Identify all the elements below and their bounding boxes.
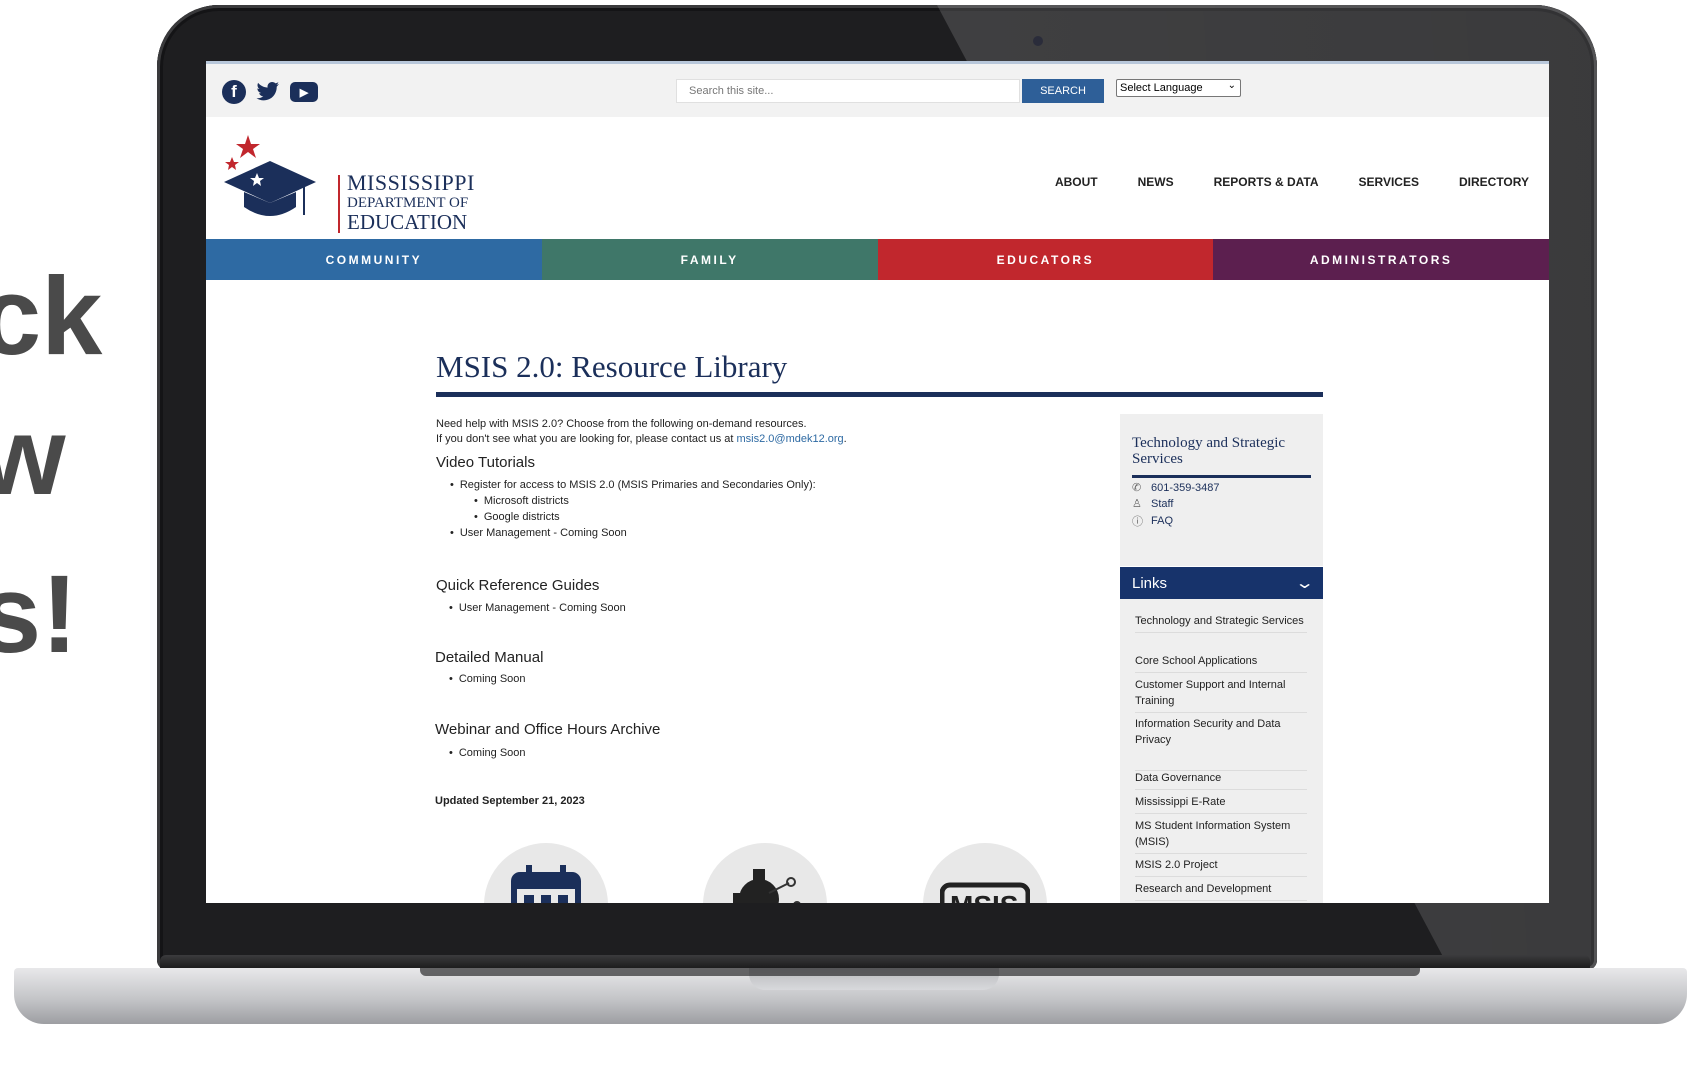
social-links: f ▶ xyxy=(222,80,318,104)
keyboard-edge xyxy=(420,968,1420,976)
updated-date: Updated September 21, 2023 xyxy=(435,795,585,807)
sidebar-link[interactable]: Data Governance xyxy=(1135,770,1307,790)
site-header: MISSISSIPPI DEPARTMENT OF EDUCATION ABOU… xyxy=(206,117,1549,239)
title-rule xyxy=(436,392,1323,397)
calendar-icon[interactable] xyxy=(484,843,608,903)
promo-text-line-3: s! xyxy=(0,553,78,676)
utility-bar: f ▶ Search this site... SEARCH Select La… xyxy=(206,61,1549,120)
nav-about[interactable]: ABOUT xyxy=(1055,175,1098,189)
sidebar-link[interactable]: Research and Development xyxy=(1135,881,1307,901)
sidebar-phone[interactable]: ✆ 601-359-3487 xyxy=(1132,481,1220,495)
audience-educators[interactable]: EDUCATORS xyxy=(877,239,1214,280)
browser-screen: f ▶ Search this site... SEARCH Select La… xyxy=(206,61,1549,903)
google-districts-link[interactable]: Google districts xyxy=(474,511,560,523)
microsoft-districts-link[interactable]: Microsoft districts xyxy=(474,495,569,507)
gear-circuit-icon[interactable] xyxy=(703,843,827,903)
msis-logo-icon[interactable]: MSIS xyxy=(923,843,1047,903)
search-placeholder: Search this site... xyxy=(689,85,774,97)
logo-line-2: DEPARTMENT OF xyxy=(347,195,469,211)
list-item: User Management - Coming Soon xyxy=(450,527,627,539)
promo-text-line-1: ck xyxy=(0,255,103,378)
facebook-icon[interactable]: f xyxy=(222,80,246,104)
intro-line-2: If you don't see what you are looking fo… xyxy=(436,433,847,445)
sidebar-rule xyxy=(1132,475,1311,478)
main-nav: ABOUT NEWS REPORTS & DATA SERVICES DIREC… xyxy=(1055,175,1529,189)
heading-quick-reference: Quick Reference Guides xyxy=(436,577,600,594)
list-item: User Management - Coming Soon xyxy=(449,602,626,614)
intro-prefix: If you don't see what you are looking fo… xyxy=(436,433,737,445)
nav-news[interactable]: NEWS xyxy=(1138,175,1174,189)
nav-reports-data[interactable]: REPORTS & DATA xyxy=(1214,175,1319,189)
intro-suffix: . xyxy=(843,433,847,445)
language-select[interactable]: Select Language ⌄ xyxy=(1116,79,1241,97)
mde-logo[interactable]: MISSISSIPPI DEPARTMENT OF EDUCATION xyxy=(224,135,474,233)
twitter-icon[interactable] xyxy=(255,80,281,104)
heading-detailed-manual: Detailed Manual xyxy=(435,649,544,666)
list-item: Coming Soon xyxy=(449,747,526,759)
sidebar-contact-box: Technology and Strategic Services ✆ 601-… xyxy=(1120,414,1323,566)
page-title: MSIS 2.0: Resource Library xyxy=(436,349,788,384)
audience-community[interactable]: COMMUNITY xyxy=(206,239,542,280)
svg-text:MSIS: MSIS xyxy=(950,890,1018,903)
search-input[interactable]: Search this site... xyxy=(676,79,1020,103)
sidebar-link[interactable]: Technology and Strategic Services xyxy=(1135,613,1307,633)
logo-line-1: MISSISSIPPI xyxy=(347,170,475,195)
nav-services[interactable]: SERVICES xyxy=(1359,175,1419,189)
phone-icon: ✆ xyxy=(1132,482,1142,494)
chevron-down-icon: ⌄ xyxy=(1294,575,1315,592)
list-item: Register for access to MSIS 2.0 (MSIS Pr… xyxy=(450,479,816,491)
sidebar-link[interactable]: Core School Applications xyxy=(1135,653,1307,673)
faq-link: FAQ xyxy=(1151,515,1174,527)
sidebar-link[interactable]: Mississippi E-Rate xyxy=(1135,794,1307,814)
nav-directory[interactable]: DIRECTORY xyxy=(1459,175,1529,189)
webcam xyxy=(1033,36,1043,46)
laptop-base xyxy=(14,968,1687,1024)
sidebar-link[interactable]: Information Security and Data Privacy xyxy=(1135,716,1307,771)
logo-line-3: EDUCATION xyxy=(347,210,468,234)
phone-number: 601-359-3487 xyxy=(1151,481,1220,494)
logo-wordmark: MISSISSIPPI DEPARTMENT OF EDUCATION xyxy=(347,172,475,233)
list-item: Coming Soon xyxy=(449,673,526,685)
intro-line-1: Need help with MSIS 2.0? Choose from the… xyxy=(436,418,807,430)
logo-divider xyxy=(338,175,340,233)
chevron-down-icon: ⌄ xyxy=(1227,80,1236,91)
links-list: Technology and Strategic Services Core S… xyxy=(1120,599,1323,903)
heading-webinar-archive: Webinar and Office Hours Archive xyxy=(435,721,661,738)
question-icon: ⓘ xyxy=(1132,516,1143,528)
links-heading: Links xyxy=(1132,574,1168,592)
sidebar-staff[interactable]: ♙ Staff xyxy=(1132,497,1174,511)
graduation-cap-icon xyxy=(224,135,316,216)
audience-administrators[interactable]: ADMINISTRATORS xyxy=(1213,239,1549,280)
sidebar-faq[interactable]: ⓘ FAQ xyxy=(1132,513,1173,529)
heading-video-tutorials: Video Tutorials xyxy=(436,454,535,471)
language-select-value: Select Language xyxy=(1120,82,1203,94)
search-button[interactable]: SEARCH xyxy=(1022,79,1104,103)
sidebar-link[interactable]: MS Student Information System (MSIS) xyxy=(1135,818,1307,854)
sidebar-link[interactable]: Customer Support and Internal Training xyxy=(1135,677,1307,713)
sidebar-title: Technology and Strategic Services xyxy=(1132,435,1286,467)
links-accordion-header[interactable]: Links ⌄ xyxy=(1120,567,1323,599)
staff-link: Staff xyxy=(1151,497,1174,510)
sidebar-link[interactable]: MSIS 2.0 Project xyxy=(1135,857,1307,877)
contact-email-link[interactable]: msis2.0@mdek12.org xyxy=(737,433,844,445)
audience-family[interactable]: FAMILY xyxy=(541,239,878,280)
promo-text-line-2: w xyxy=(0,395,66,518)
person-icon: ♙ xyxy=(1132,498,1142,510)
audience-nav: COMMUNITY FAMILY EDUCATORS ADMINISTRATOR… xyxy=(206,239,1549,280)
youtube-icon[interactable]: ▶ xyxy=(290,82,318,102)
